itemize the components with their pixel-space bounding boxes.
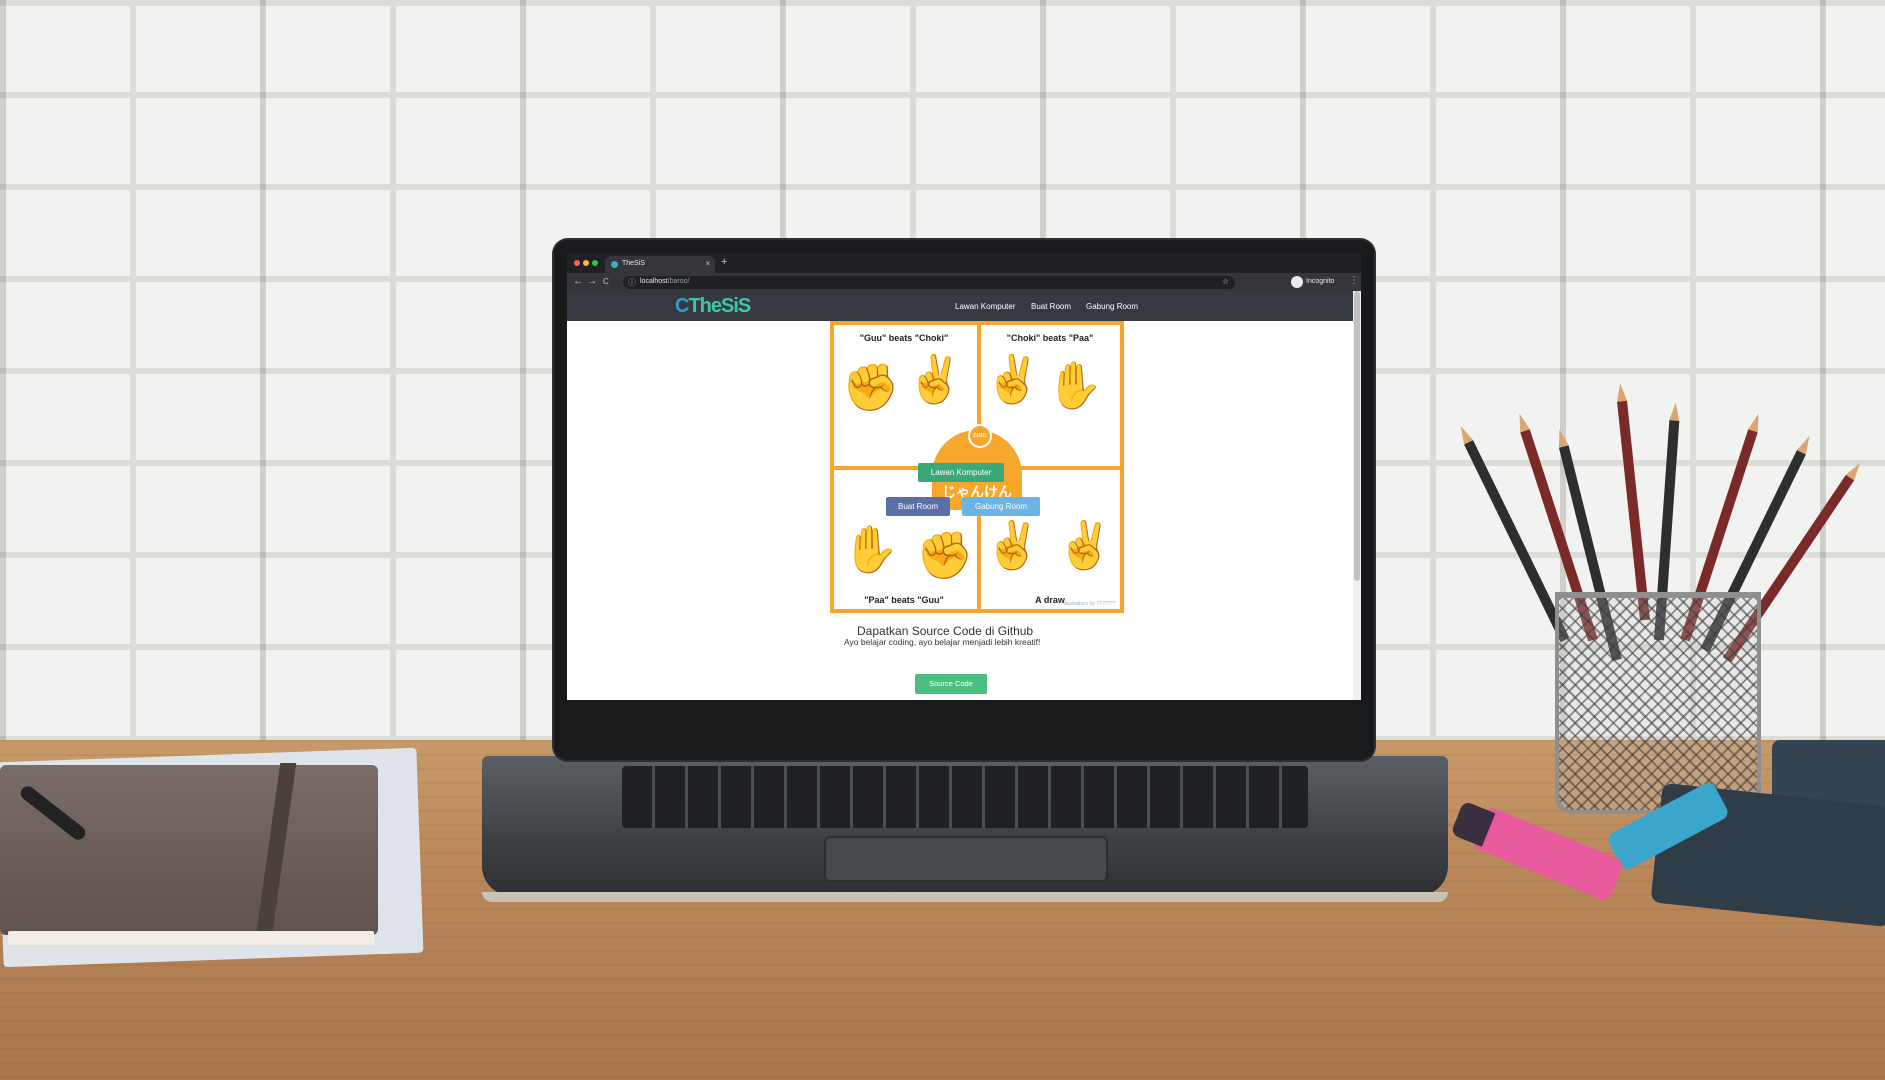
reload-icon[interactable]: C [603, 276, 609, 288]
tab-close-icon[interactable]: × [705, 259, 710, 268]
gabung-room-button[interactable]: Gabung Room [962, 497, 1040, 516]
peace-hand-icon: ✌ [906, 353, 964, 405]
peace-hand-icon: ✌ [984, 519, 1042, 571]
open-hand-icon: ✋ [842, 523, 900, 575]
github-heading: Dapatkan Source Code di Github [857, 624, 1034, 638]
logo-mark: C [675, 295, 689, 317]
mesh-pencil-cup [1555, 592, 1761, 814]
site-info-icon[interactable]: ⓘ [628, 277, 636, 288]
tab-title: TheSiS [622, 260, 645, 267]
new-tab-icon[interactable]: + [721, 256, 727, 268]
peace-hand-icon: ✌ [1056, 519, 1114, 571]
forward-arrow-icon[interactable]: → [587, 276, 597, 288]
peace-hand-icon: ✌ [984, 353, 1042, 405]
address-toolbar: ← → C ⓘ localhost/baroo/ ☆ Incognito ⋮ [567, 273, 1361, 291]
notebook [0, 763, 378, 945]
browser-tab[interactable]: TheSiS × [605, 256, 715, 273]
github-subtitle: Ayo belajar coding, ayo belajar menjadi … [844, 637, 1041, 647]
fist-hand-icon: ✊ [916, 529, 974, 581]
laptop-base [482, 756, 1448, 902]
notebook-pages [8, 931, 374, 945]
url-text: localhost/baroo/ [640, 278, 689, 285]
back-arrow-icon[interactable]: ← [573, 276, 583, 288]
site-logo[interactable]: CTheSiS [675, 295, 751, 317]
cell-label-guu-beats-choki: "Guu" beats "Choki" [859, 333, 949, 343]
maximize-window-icon[interactable] [592, 260, 598, 266]
url-path: /baroo/ [667, 278, 690, 285]
nav-link-gabung-room[interactable]: Gabung Room [1086, 302, 1138, 311]
fist-hand-icon: ✊ [842, 361, 900, 413]
url-host: localhost [640, 278, 668, 285]
minimize-window-icon[interactable] [583, 260, 589, 266]
browser-window: TheSiS × + ← → C ⓘ localhost/baroo/ ☆ In… [567, 253, 1361, 700]
address-bar[interactable]: ⓘ localhost/baroo/ ☆ [623, 276, 1235, 289]
close-window-icon[interactable] [574, 260, 580, 266]
browser-menu-icon[interactable]: ⋮ [1349, 275, 1359, 286]
scrollbar-thumb[interactable] [1354, 291, 1360, 581]
page-scrollbar[interactable] [1353, 291, 1361, 700]
source-code-button[interactable]: Source Code [915, 674, 987, 694]
favicon-icon [611, 261, 618, 268]
nav-link-buat-room[interactable]: Buat Room [1031, 302, 1071, 311]
illustration-credit: illustrations by ??????? [1063, 601, 1116, 607]
nav-link-lawan-komputer[interactable]: Lawan Komputer [955, 302, 1015, 311]
incognito-icon [1291, 276, 1303, 288]
coto-logo: coto [968, 424, 992, 448]
site-navbar: CTheSiS Lawan Komputer Buat Room Gabung … [567, 291, 1361, 321]
bookmark-star-icon[interactable]: ☆ [1222, 277, 1229, 286]
cell-label-choki-beats-paa: "Choki" beats "Paa" [1006, 333, 1094, 343]
janken-hero-image: "Guu" beats "Choki" ✊ ✌ "Choki" beats "P… [830, 321, 1124, 613]
buat-room-button[interactable]: Buat Room [886, 497, 950, 516]
incognito-label: Incognito [1306, 278, 1335, 285]
trackpad [824, 836, 1108, 882]
open-hand-icon: ✋ [1046, 359, 1104, 411]
cell-label-paa-beats-guu: "Paa" beats "Guu" [864, 595, 944, 605]
notebook-strap [255, 763, 297, 938]
tab-bar: TheSiS × + [567, 253, 1361, 273]
lawan-komputer-button[interactable]: Lawan Komputer [918, 463, 1004, 482]
keyboard [622, 766, 1308, 828]
logo-text: TheSiS [688, 295, 751, 317]
